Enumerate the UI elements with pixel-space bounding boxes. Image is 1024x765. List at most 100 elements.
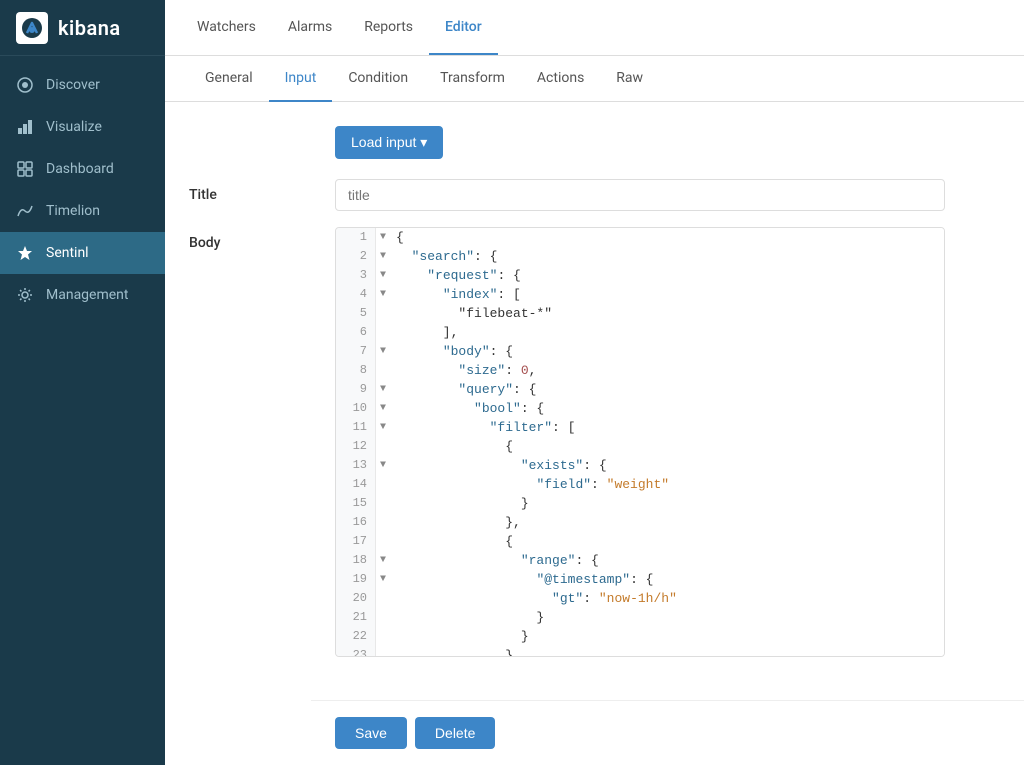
top-nav: Watchers Alarms Reports Editor (165, 0, 1024, 56)
code-line: 2▼ "search": { (336, 247, 944, 266)
sidebar-item-discover[interactable]: Discover (0, 64, 165, 106)
line-content: "exists": { (390, 456, 607, 475)
sub-tabs: General Input Condition Transform Action… (165, 56, 1024, 102)
bottom-actions: Save Delete (311, 700, 1024, 765)
sentinl-icon (16, 244, 34, 262)
code-line: 7▼ "body": { (336, 342, 944, 361)
code-editor[interactable]: 1▼{2▼ "search": {3▼ "request": {4▼ "inde… (335, 227, 945, 657)
code-line: 22 } (336, 627, 944, 646)
code-line: 12 { (336, 437, 944, 456)
body-row: Body 1▼{2▼ "search": {3▼ "request": {4▼ … (189, 227, 1000, 657)
code-line: 10▼ "bool": { (336, 399, 944, 418)
form-area: Load input ▾ Title Body 1▼{2▼ "search": … (165, 102, 1024, 700)
line-number: 19 (336, 570, 376, 589)
sidebar-item-sentinl[interactable]: Sentinl (0, 232, 165, 274)
fold-toggle[interactable]: ▼ (376, 418, 390, 437)
fold-toggle[interactable]: ▼ (376, 247, 390, 266)
sidebar-item-label: Discover (46, 77, 100, 93)
line-number: 15 (336, 494, 376, 513)
load-input-button[interactable]: Load input ▾ (335, 126, 443, 159)
line-content: "search": { (390, 247, 497, 266)
line-content: } (390, 608, 544, 627)
kibana-logo-icon (16, 12, 48, 44)
line-content: "@timestamp": { (390, 570, 653, 589)
line-number: 16 (336, 513, 376, 532)
line-number: 14 (336, 475, 376, 494)
code-line: 23 } (336, 646, 944, 657)
line-number: 2 (336, 247, 376, 266)
code-line: 20 "gt": "now-1h/h" (336, 589, 944, 608)
fold-toggle[interactable]: ▼ (376, 551, 390, 570)
line-number: 18 (336, 551, 376, 570)
top-nav-editor[interactable]: Editor (429, 1, 498, 55)
sidebar-item-visualize[interactable]: Visualize (0, 106, 165, 148)
title-label: Title (189, 179, 319, 203)
timelion-icon (16, 202, 34, 220)
sidebar: kibana Discover Visualize (0, 0, 165, 765)
fold-toggle[interactable]: ▼ (376, 399, 390, 418)
main-content: Watchers Alarms Reports Editor General I… (165, 0, 1024, 765)
sidebar-item-label: Sentinl (46, 245, 89, 261)
line-content: "index": [ (390, 285, 521, 304)
tab-actions[interactable]: Actions (521, 56, 600, 102)
code-line: 8 "size": 0, (336, 361, 944, 380)
top-nav-watchers[interactable]: Watchers (181, 1, 272, 55)
code-line: 15 } (336, 494, 944, 513)
title-row: Title (189, 179, 1000, 211)
line-content: { (390, 437, 513, 456)
line-number: 8 (336, 361, 376, 380)
fold-toggle[interactable]: ▼ (376, 456, 390, 475)
line-content: "body": { (390, 342, 513, 361)
code-line: 21 } (336, 608, 944, 627)
line-number: 22 (336, 627, 376, 646)
fold-toggle[interactable]: ▼ (376, 228, 390, 247)
line-content: "filter": [ (390, 418, 575, 437)
fold-toggle[interactable]: ▼ (376, 570, 390, 589)
code-line: 1▼{ (336, 228, 944, 247)
delete-button[interactable]: Delete (415, 717, 495, 749)
sidebar-item-dashboard[interactable]: Dashboard (0, 148, 165, 190)
line-content: "query": { (390, 380, 536, 399)
fold-toggle[interactable]: ▼ (376, 342, 390, 361)
sidebar-item-timelion[interactable]: Timelion (0, 190, 165, 232)
line-content: "field": "weight" (390, 475, 669, 494)
line-content: ], (390, 323, 458, 342)
title-input[interactable] (335, 179, 945, 211)
app-title: kibana (58, 16, 121, 40)
tab-condition[interactable]: Condition (332, 56, 424, 102)
line-number: 20 (336, 589, 376, 608)
tab-input[interactable]: Input (269, 56, 333, 102)
code-line: 16 }, (336, 513, 944, 532)
body-label: Body (189, 227, 319, 251)
discover-icon (16, 76, 34, 94)
top-nav-alarms[interactable]: Alarms (272, 1, 348, 55)
line-number: 11 (336, 418, 376, 437)
line-number: 23 (336, 646, 376, 657)
tab-transform[interactable]: Transform (424, 56, 521, 102)
sidebar-item-management[interactable]: Management (0, 274, 165, 316)
sidebar-logo: kibana (0, 0, 165, 56)
code-line: 19▼ "@timestamp": { (336, 570, 944, 589)
line-number: 10 (336, 399, 376, 418)
line-number: 13 (336, 456, 376, 475)
save-button[interactable]: Save (335, 717, 407, 749)
line-content: "size": 0, (390, 361, 536, 380)
line-content: "bool": { (390, 399, 544, 418)
fold-toggle[interactable]: ▼ (376, 266, 390, 285)
code-line: 18▼ "range": { (336, 551, 944, 570)
line-content: } (390, 627, 529, 646)
fold-toggle[interactable]: ▼ (376, 285, 390, 304)
line-number: 4 (336, 285, 376, 304)
tab-raw[interactable]: Raw (600, 56, 659, 102)
sidebar-nav: Discover Visualize Dashboar (0, 56, 165, 765)
line-number: 1 (336, 228, 376, 247)
tab-general[interactable]: General (189, 56, 269, 102)
code-line: 5 "filebeat-*" (336, 304, 944, 323)
line-number: 5 (336, 304, 376, 323)
code-line: 13▼ "exists": { (336, 456, 944, 475)
visualize-icon (16, 118, 34, 136)
top-nav-reports[interactable]: Reports (348, 1, 429, 55)
line-content: }, (390, 513, 521, 532)
fold-toggle[interactable]: ▼ (376, 380, 390, 399)
line-content: "request": { (390, 266, 521, 285)
